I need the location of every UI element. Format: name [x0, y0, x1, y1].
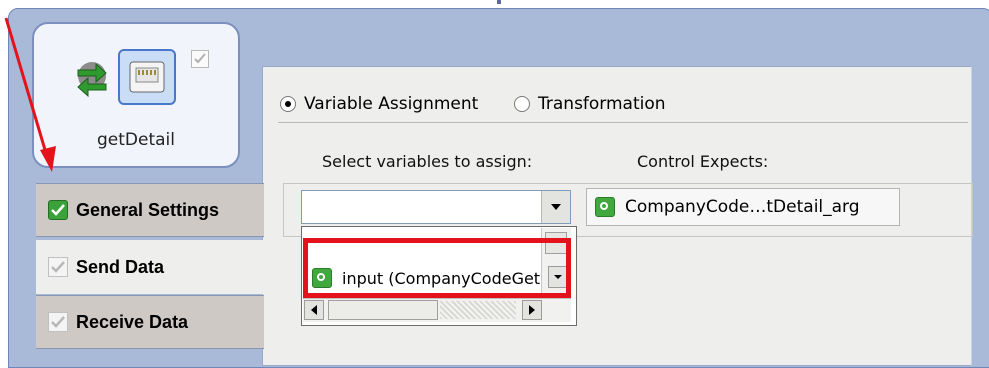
check-icon — [48, 257, 68, 277]
tab-send-data[interactable]: Send Data — [36, 240, 264, 294]
network-port-icon — [118, 49, 176, 105]
tab-label: Receive Data — [76, 311, 189, 332]
status-checkbox-icon — [191, 50, 209, 68]
check-icon — [48, 312, 68, 332]
variable-select-combo[interactable] — [301, 190, 571, 224]
tab-label: General Settings — [76, 199, 220, 220]
radio-label: Transformation — [538, 94, 666, 114]
control-expects-field: CompanyCode…tDetail_arg — [586, 188, 900, 226]
scroll-thumb[interactable] — [328, 300, 438, 320]
action-icons — [70, 48, 180, 108]
expects-value: CompanyCode…tDetail_arg — [625, 197, 860, 217]
check-icon — [48, 200, 68, 220]
scroll-right-button[interactable] — [522, 300, 542, 320]
arrow-left-icon — [311, 305, 317, 315]
select-variables-header: Select variables to assign: — [322, 152, 533, 171]
arrow-right-icon — [529, 305, 535, 315]
radio-label: Variable Assignment — [304, 94, 479, 114]
radio-button-icon — [280, 96, 296, 112]
exchange-arrows-icon — [77, 62, 107, 98]
divider — [278, 122, 968, 123]
title-mark — [497, 0, 501, 4]
radio-button-icon — [514, 96, 530, 112]
combo-dropdown-button[interactable] — [541, 191, 570, 223]
control-expects-header: Control Expects: — [637, 152, 769, 171]
radio-variable-assignment[interactable]: Variable Assignment — [280, 92, 478, 116]
radio-transformation[interactable]: Transformation — [514, 92, 666, 116]
variable-icon — [595, 197, 615, 217]
annotation-arrow-icon — [4, 17, 56, 172]
tab-general-settings[interactable]: General Settings — [36, 183, 264, 237]
tab-receive-data[interactable]: Receive Data — [36, 295, 264, 349]
scroll-left-button[interactable] — [304, 300, 324, 320]
chevron-down-icon — [551, 204, 561, 210]
tab-label: Send Data — [76, 256, 165, 277]
scroll-track[interactable] — [440, 301, 516, 319]
highlight-box — [303, 238, 571, 298]
